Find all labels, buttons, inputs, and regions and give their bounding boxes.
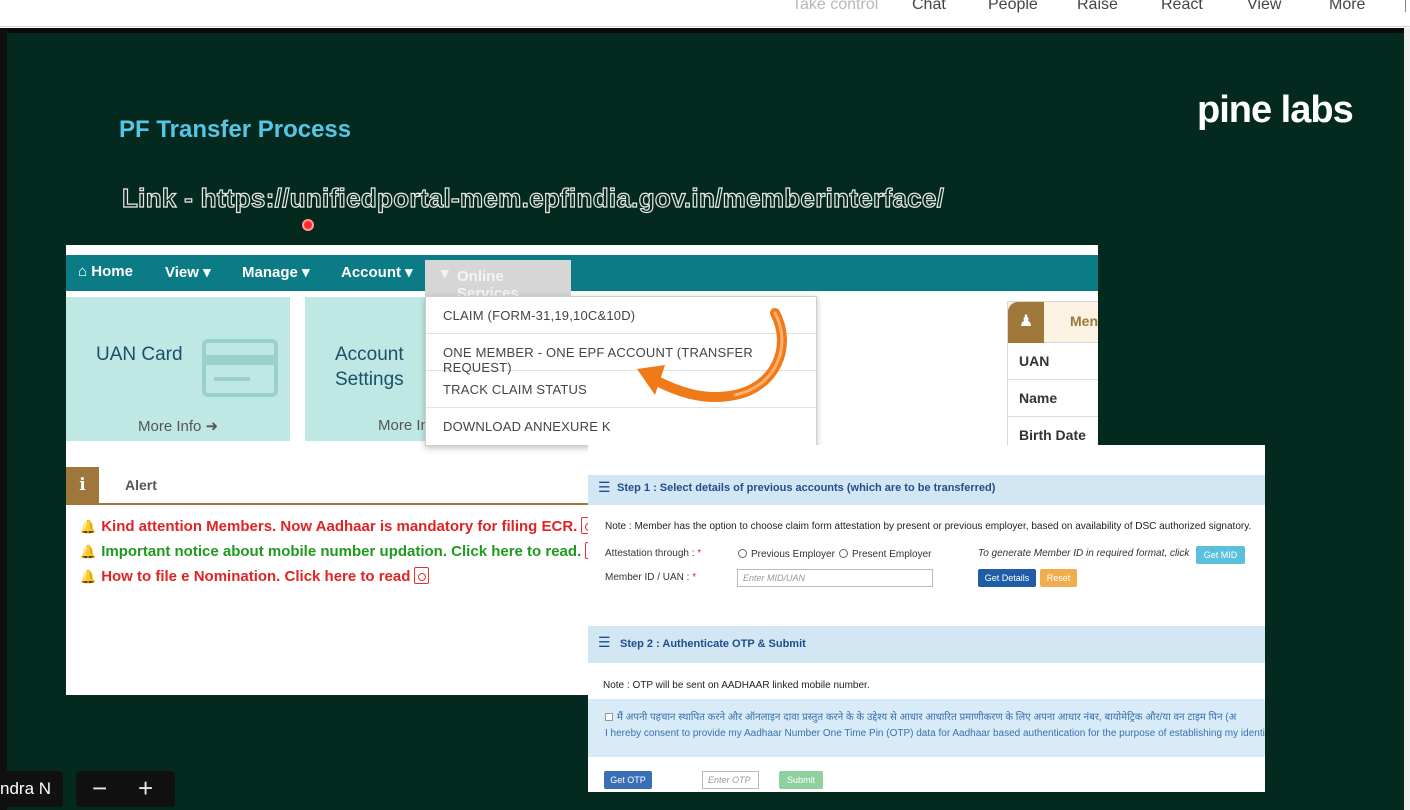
toolbar-divider: [1405, 0, 1406, 12]
radio-present-employer[interactable]: Present Employer: [839, 549, 931, 560]
pdf-icon: [414, 567, 430, 584]
nav-account[interactable]: Account ▾: [341, 263, 413, 281]
nav-account-label: Account: [341, 264, 401, 281]
account-settings-title: Account Settings: [335, 342, 404, 392]
attestation-label: Attestation through : *: [605, 548, 701, 559]
home-icon: ⌂: [78, 263, 88, 280]
step2-title: Step 2 : Authenticate OTP & Submit: [620, 638, 806, 650]
nav-manage-label: Manage: [242, 264, 298, 281]
step1-note: Note : Member has the option to choose c…: [605, 521, 1252, 532]
submit-button[interactable]: Submit: [779, 771, 823, 789]
laser-pointer-icon: [302, 219, 314, 231]
nav-view-label: View: [165, 264, 199, 281]
alert-mobile-update[interactable]: 🔔 Important notice about mobile number up…: [80, 542, 601, 560]
nav-home-label: Home: [91, 263, 133, 280]
member-id-input[interactable]: Enter MID/UAN: [737, 569, 933, 587]
curved-arrow-icon: [637, 308, 787, 402]
info-icon: i: [66, 467, 99, 505]
share-frame-left: [0, 28, 7, 810]
member-profile-header: ♟ Men: [1008, 302, 1098, 343]
uan-card-title: UAN Card: [96, 344, 183, 365]
id-card-icon: [202, 339, 278, 397]
get-mid-button[interactable]: Get MID: [1196, 546, 1245, 564]
menu-icon: ☰: [598, 479, 611, 495]
generate-mid-hint: To generate Member ID in required format…: [978, 548, 1190, 559]
pine-labs-logo: pine labs: [1197, 89, 1354, 131]
member-row-uan: UAN: [1008, 343, 1098, 380]
consent-hindi-text: मैं अपनी पहचान स्थापित करने और ऑनलाइन दा…: [617, 712, 1237, 723]
portal-link: Link - https://unifiedportal-mem.epfindi…: [121, 182, 945, 213]
participant-name-tag: ndra N: [0, 771, 63, 807]
required-mark: *: [697, 548, 702, 559]
uan-card-more-info[interactable]: More Info ➜: [138, 417, 218, 435]
people-button[interactable]: People: [988, 0, 1038, 14]
bell-icon: 🔔: [80, 569, 97, 584]
caret-down-icon: ▾: [203, 264, 211, 281]
nav-online-services[interactable]: Online Services ▾: [425, 260, 571, 302]
member-id-label-text: Member ID / UAN :: [605, 572, 690, 583]
otp-input[interactable]: Enter OTP: [702, 771, 759, 789]
zoom-out-button[interactable]: −: [92, 773, 107, 803]
reset-button[interactable]: Reset: [1040, 569, 1077, 587]
uan-more-label: More Info: [138, 418, 202, 435]
radio-present-label: Present Employer: [852, 549, 932, 560]
account-settings-line1: Account: [335, 344, 404, 365]
radio-previous-label: Previous Employer: [751, 549, 835, 560]
member-id-label: Member ID / UAN : *: [605, 572, 696, 583]
zoom-controls: − +: [76, 771, 175, 807]
consent-hindi: मैं अपनी पहचान स्थापित करने और ऑनलाइन दा…: [605, 709, 1236, 723]
step2-header: ☰ Step 2 : Authenticate OTP & Submit: [588, 626, 1265, 663]
alert-title: Alert: [125, 477, 157, 493]
account-settings-line2: Settings: [335, 369, 404, 390]
alert-aadhaar-ecr[interactable]: 🔔 Kind attention Members. Now Aadhaar is …: [80, 517, 597, 535]
radio-previous-employer[interactable]: Previous Employer: [738, 549, 835, 560]
alert-mobile-update-text: Important notice about mobile number upd…: [101, 543, 582, 560]
nav-home[interactable]: ⌂ Home: [78, 263, 133, 280]
nav-manage[interactable]: Manage ▾: [242, 263, 310, 281]
add-user-icon: ♟: [1008, 302, 1044, 343]
nav-online-services-label: Online Services ▾: [441, 265, 519, 302]
caret-down-icon: ▾: [405, 264, 413, 281]
required-mark: *: [692, 572, 697, 583]
step1-header: ☰ Step 1 : Select details of previous ac…: [588, 475, 1265, 505]
take-control-button[interactable]: Take control: [792, 0, 878, 14]
share-frame-right: [1404, 28, 1410, 810]
arrow-circle-icon: ➜: [205, 418, 219, 435]
aadhaar-consent-box[interactable]: मैं अपनी पहचान स्थापित करने और ऑनलाइन दा…: [588, 699, 1265, 757]
account-settings-more-info[interactable]: More In: [378, 417, 429, 434]
bell-icon: 🔔: [80, 519, 97, 534]
more-button[interactable]: More: [1329, 0, 1365, 14]
checkbox-icon[interactable]: [605, 713, 613, 721]
bell-icon: 🔔: [80, 544, 97, 559]
step1-title: Step 1 : Select details of previous acco…: [617, 482, 996, 494]
portal-navbar: ⌂ Home View ▾ Manage ▾ Account ▾ Online …: [66, 255, 1098, 302]
step2-note: Note : OTP will be sent on AADHAAR linke…: [603, 680, 870, 691]
member-row-name: Name: [1008, 380, 1098, 417]
alert-aadhaar-ecr-text: Kind attention Members. Now Aadhaar is m…: [101, 518, 578, 535]
caret-down-icon: ▾: [302, 264, 310, 281]
slide-title: PF Transfer Process: [119, 116, 352, 143]
menu-icon: ☰: [598, 634, 611, 650]
meeting-toolbar: Take control Chat People Raise React Vie…: [0, 0, 1410, 27]
consent-english: I hereby consent to provide my Aadhaar N…: [605, 728, 1265, 739]
radio-icon: [839, 549, 848, 558]
chat-button[interactable]: Chat: [912, 0, 946, 14]
attestation-label-text: Attestation through :: [605, 548, 695, 559]
member-profile-title: Men: [1070, 313, 1098, 329]
radio-icon: [738, 549, 747, 558]
raise-hand-button[interactable]: Raise: [1077, 0, 1118, 14]
get-details-button[interactable]: Get Details: [978, 569, 1036, 587]
view-button[interactable]: View: [1247, 0, 1281, 14]
get-otp-button[interactable]: Get OTP: [604, 771, 652, 789]
uan-card-tile[interactable]: UAN Card More Info ➜: [66, 297, 290, 441]
nav-view[interactable]: View ▾: [165, 263, 211, 281]
alert-e-nomination[interactable]: 🔔 How to file e Nomination. Click here to…: [80, 567, 430, 585]
zoom-in-button[interactable]: +: [138, 773, 153, 803]
alert-e-nomination-text: How to file e Nomination. Click here to …: [101, 568, 411, 585]
transfer-steps-panel: ☰ Step 1 : Select details of previous ac…: [588, 445, 1265, 792]
react-button[interactable]: React: [1161, 0, 1203, 14]
